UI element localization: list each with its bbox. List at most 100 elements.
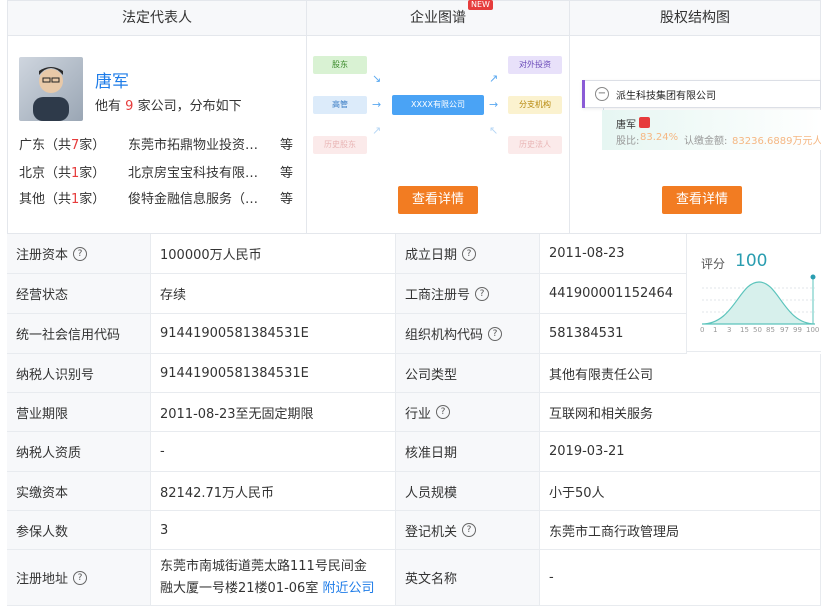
help-icon[interactable]: ? bbox=[475, 286, 490, 301]
field-label: 参保人数 bbox=[16, 524, 69, 540]
region-post: 家） bbox=[79, 166, 106, 181]
avatar[interactable] bbox=[19, 57, 83, 121]
arrow-icon: → bbox=[372, 98, 382, 111]
summary-count[interactable]: 9 bbox=[125, 99, 133, 114]
person-tag-icon bbox=[639, 117, 650, 128]
field-value: 3 bbox=[160, 522, 169, 538]
field-label: 注册资本 bbox=[16, 248, 69, 263]
score-tick: 3 bbox=[727, 326, 732, 334]
help-icon[interactable]: ? bbox=[73, 246, 88, 261]
region-more[interactable]: 等 bbox=[280, 162, 293, 181]
region-company[interactable]: 北京房宝宝科技有限… bbox=[128, 162, 258, 181]
field-label-cell: 公司类型 bbox=[396, 354, 540, 393]
help-icon[interactable]: ? bbox=[462, 246, 477, 261]
nearby-companies-link[interactable]: 附近公司 bbox=[322, 581, 374, 596]
field-label-cell: 行业? bbox=[396, 393, 540, 432]
address-line-1: 东莞市南城街道莞太路111号民间金 bbox=[160, 558, 367, 574]
field-value: 91441900581384531E bbox=[160, 326, 309, 341]
field-value-cell: 东莞市工商行政管理局 bbox=[540, 511, 821, 550]
graph-node-company: XXXX有限公司 bbox=[392, 95, 484, 115]
tab-equity-structure[interactable]: 股权结构图 bbox=[569, 0, 821, 36]
arrow-icon: ↘ bbox=[372, 72, 382, 85]
field-label-cell: 成立日期? bbox=[396, 234, 540, 274]
field-label-cell: 组织机构代码? bbox=[396, 314, 540, 354]
field-value: 441900001152464 bbox=[549, 286, 674, 301]
score-ticks: 0 1 3 15 50 85 97 99 100 bbox=[700, 326, 820, 336]
graph-node-executive: 高管 bbox=[313, 96, 367, 114]
field-value-cell: - bbox=[151, 432, 396, 472]
region-more[interactable]: 等 bbox=[280, 188, 293, 207]
field-value: 581384531 bbox=[549, 326, 624, 341]
summary-suffix: 家公司，分布如下 bbox=[137, 99, 242, 114]
graph-node-branch: 分支机构 bbox=[508, 96, 562, 114]
field-value-cell: 互联网和相关服务 bbox=[540, 393, 821, 432]
help-icon[interactable]: ? bbox=[488, 326, 503, 341]
region-row: 北京（共1家） 北京房宝宝科技有限… 等 bbox=[19, 162, 299, 181]
equity-ratio-label: 股比: bbox=[616, 136, 640, 147]
field-value: 互联网和相关服务 bbox=[549, 406, 654, 422]
equity-detail-button[interactable]: 查看详情 bbox=[662, 186, 742, 214]
equity-company-box[interactable]: − 派生科技集团有限公司 bbox=[582, 80, 821, 108]
region-pre: 其他（共 bbox=[19, 192, 72, 207]
graph-node-investment: 对外投资 bbox=[508, 56, 562, 74]
score-tick: 99 bbox=[793, 326, 802, 334]
field-value-cell: 581384531 bbox=[540, 314, 687, 354]
graph-node-history-shareholder: 历史股东 bbox=[313, 136, 367, 154]
equity-shareholder: 唐军 股比: 83.24% 认缴金额: 83236.6889万元人民 bbox=[602, 110, 821, 150]
field-value: 2011-08-23至无固定期限 bbox=[160, 406, 314, 422]
score-tick: 50 bbox=[753, 326, 762, 334]
summary-prefix: 他有 bbox=[95, 99, 122, 114]
tab-enterprise-graph[interactable]: 企业图谱 bbox=[306, 0, 570, 36]
help-icon[interactable]: ? bbox=[73, 570, 88, 585]
region-company[interactable]: 东莞市拓鼎物业投资… bbox=[128, 134, 258, 153]
score-value: 100 bbox=[735, 251, 768, 271]
equity-person[interactable]: 唐军 bbox=[616, 116, 636, 131]
region-pre: 北京（共 bbox=[19, 166, 72, 181]
field-label-cell: 纳税人资质 bbox=[7, 432, 151, 472]
help-icon[interactable]: ? bbox=[436, 405, 451, 419]
legal-rep-name[interactable]: 唐军 bbox=[95, 67, 129, 92]
field-label: 人员规模 bbox=[405, 485, 458, 501]
field-label: 纳税人资质 bbox=[16, 446, 82, 461]
field-label: 行业 bbox=[405, 406, 432, 422]
score-tick: 0 bbox=[700, 326, 705, 334]
equity-company-name[interactable]: 派生科技集团有限公司 bbox=[616, 87, 716, 102]
field-label: 组织机构代码 bbox=[405, 328, 484, 343]
field-label-cell: 核准日期 bbox=[396, 432, 540, 472]
arrow-icon: → bbox=[489, 98, 499, 111]
graph-detail-button[interactable]: 查看详情 bbox=[398, 186, 478, 214]
region-row: 广东（共7家） 东莞市拓鼎物业投资… 等 bbox=[19, 134, 299, 153]
arrow-icon: ↖ bbox=[489, 124, 499, 137]
field-label-cell: 注册资本? bbox=[7, 234, 151, 274]
score-tick: 100 bbox=[806, 326, 820, 334]
field-value: 小于50人 bbox=[549, 485, 605, 501]
field-value: 其他有限责任公司 bbox=[549, 367, 654, 383]
field-value-cell: 82142.71万人民币 bbox=[151, 472, 396, 511]
field-value-cell: 2011-08-23至无固定期限 bbox=[151, 393, 396, 432]
field-value-cell: 其他有限责任公司 bbox=[540, 354, 821, 393]
score-tick: 1 bbox=[713, 326, 718, 334]
field-label: 核准日期 bbox=[405, 446, 458, 461]
field-value-cell: 91441900581384531E bbox=[151, 354, 396, 393]
score-box: 评分 100 0 1 3 15 50 85 97 99 100 bbox=[687, 234, 821, 352]
region-post: 家） bbox=[79, 192, 106, 207]
region-more[interactable]: 等 bbox=[280, 134, 293, 153]
score-tick: 97 bbox=[780, 326, 789, 334]
field-label-cell: 实缴资本 bbox=[7, 472, 151, 511]
region-company[interactable]: 俊特金融信息服务（… bbox=[128, 188, 258, 207]
field-value-cell: 3 bbox=[151, 511, 396, 550]
field-label: 工商注册号 bbox=[405, 288, 471, 303]
field-value: 100000万人民币 bbox=[160, 248, 262, 263]
field-value-cell: 小于50人 bbox=[540, 472, 821, 511]
field-label-cell: 统一社会信用代码 bbox=[7, 314, 151, 354]
field-value: 2019-03-21 bbox=[549, 444, 625, 459]
collapse-icon[interactable]: − bbox=[595, 87, 609, 101]
legal-rep-summary: 他有 9 家公司，分布如下 bbox=[95, 95, 242, 114]
help-icon[interactable]: ? bbox=[462, 523, 477, 537]
field-label: 统一社会信用代码 bbox=[16, 328, 121, 343]
tab-legal-rep[interactable]: 法定代表人 bbox=[7, 0, 307, 36]
score-label: 评分 bbox=[701, 257, 726, 271]
new-badge: NEW bbox=[468, 0, 493, 10]
region-post: 家） bbox=[79, 138, 106, 153]
field-label-cell: 营业期限 bbox=[7, 393, 151, 432]
